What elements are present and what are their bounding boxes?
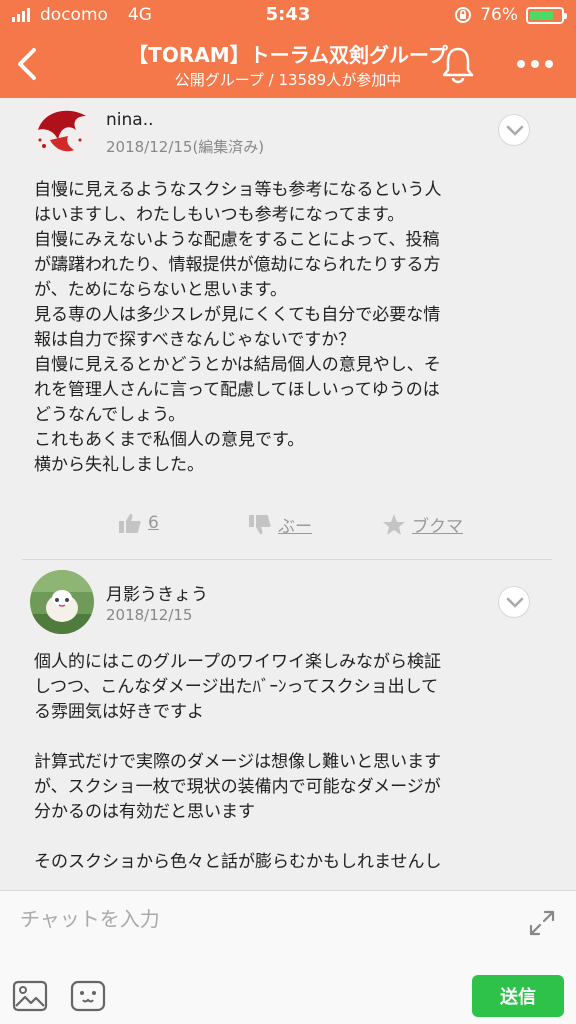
thumbs-up-icon: [119, 513, 141, 533]
comment-line: 自慢に見えるとかどうとかは結局個人の意見やし、そ: [34, 355, 441, 375]
comment-line: 横から失礼しました。: [34, 455, 204, 475]
like-button[interactable]: 6: [118, 512, 159, 534]
comment-line: 計算式だけで実際のダメージは想像し難いと思います: [34, 752, 442, 772]
like-count: 6: [148, 513, 159, 533]
comment-line: はいますし、わたしもいつも参考になってます。: [34, 205, 405, 225]
star-icon: [383, 513, 405, 535]
expand-button[interactable]: [528, 909, 556, 937]
post-date: 2018/12/15: [106, 606, 193, 624]
chevron-down-icon: [506, 125, 524, 136]
bookmark-button[interactable]: ブクマ: [382, 512, 463, 537]
sticker-button[interactable]: [70, 979, 106, 1013]
more-dots-icon: [517, 60, 525, 68]
rotation-lock-icon: [455, 7, 472, 23]
more-button[interactable]: [513, 52, 557, 76]
boo-button[interactable]: ぶー: [248, 512, 312, 537]
send-button[interactable]: 送信: [472, 975, 564, 1017]
avatar[interactable]: [30, 570, 94, 634]
comment-line: 報は自力で探すべきなんじゃないですか？: [34, 330, 356, 350]
comment-feed[interactable]: nina.. 2018/12/15(編集済み) 自慢に見えるようなスクショ等も参…: [0, 98, 576, 890]
battery-icon: [526, 6, 567, 24]
bell-icon: [442, 47, 474, 84]
avatar[interactable]: [30, 100, 94, 164]
chevron-down-icon: [506, 597, 524, 608]
comment-line: が躊躇われたり、情報提供が億劫になられたりする方: [34, 255, 441, 275]
comment-line: が、ためにならないと思います。: [34, 280, 287, 300]
comment-line: どうなんでしょう。: [34, 405, 186, 425]
comment-line: そのスクショから色々と話が膨らむかもしれませんし: [34, 852, 442, 872]
comment-line: 個人的にはこのグループのワイワイ楽しみながら検証: [34, 652, 441, 672]
post-date: 2018/12/15(編集済み): [106, 138, 265, 156]
options-toggle[interactable]: [498, 114, 530, 146]
author-name[interactable]: nina..: [106, 110, 154, 130]
thumbs-down-icon: [249, 514, 271, 534]
comment-actions: 6 ぶー ブクマ: [0, 512, 576, 544]
comment-line: [34, 825, 544, 850]
comment-item: 月影うきょう 2018/12/15 個人的にはこのグループのワイワイ楽しみながら…: [0, 560, 576, 890]
status-bar: docomo 4G 5:43 76%: [0, 0, 576, 30]
chevron-left-icon: [18, 48, 36, 80]
author-name[interactable]: 月影うきょう: [106, 580, 208, 605]
chat-composer: チャットを入力 送信: [0, 890, 576, 1024]
comment-line: しつつ、こんなダメージ出たﾊﾞｰﾝってスクショ出して: [34, 677, 439, 697]
boo-label: ぶー: [278, 517, 312, 537]
comment-item: nina.. 2018/12/15(編集済み) 自慢に見えるようなスクショ等も参…: [0, 98, 576, 560]
comment-line: れを管理人さんに言って配慮してほしいってゆうのは: [34, 380, 440, 400]
comment-body: 個人的にはこのグループのワイワイ楽しみながら検証 しつつ、こんなダメージ出たﾊﾞ…: [34, 650, 544, 875]
comment-line: る雰囲気は好きですよ: [34, 702, 204, 722]
expand-icon: [529, 910, 555, 936]
app-header: 【TORAM】トーラム双剣グループ 公開グループ / 13589人が参加中: [0, 30, 576, 98]
status-right: 76%: [454, 5, 567, 25]
image-button[interactable]: [12, 979, 48, 1013]
comment-line: これもあくまで私個人の意見です。: [34, 430, 305, 450]
notification-button[interactable]: [440, 44, 476, 84]
comment-line: 自慢に見えるようなスクショ等も参考になるという人: [34, 180, 442, 200]
comment-line: 見る専の人は多少スレが見にくくても自分で必要な情: [34, 305, 441, 325]
sticker-icon: [70, 980, 106, 1012]
back-button[interactable]: [10, 42, 50, 86]
comment-line: が、スクショ一枚で現状の装備内で可能なダメージが: [34, 777, 441, 797]
battery-percent: 76%: [480, 5, 518, 25]
comment-line: 分かるのは有効だと思います: [34, 802, 255, 822]
comment-line: 自慢にみえないような配慮をすることによって、投稿: [34, 230, 440, 250]
image-icon: [12, 980, 48, 1012]
comment-line: [34, 725, 544, 750]
options-toggle[interactable]: [498, 586, 530, 618]
chat-input[interactable]: チャットを入力: [20, 903, 160, 932]
comment-body: 自慢に見えるようなスクショ等も参考になるという人 はいますし、わたしもいつも参考…: [34, 178, 544, 478]
bookmark-label: ブクマ: [412, 517, 463, 537]
